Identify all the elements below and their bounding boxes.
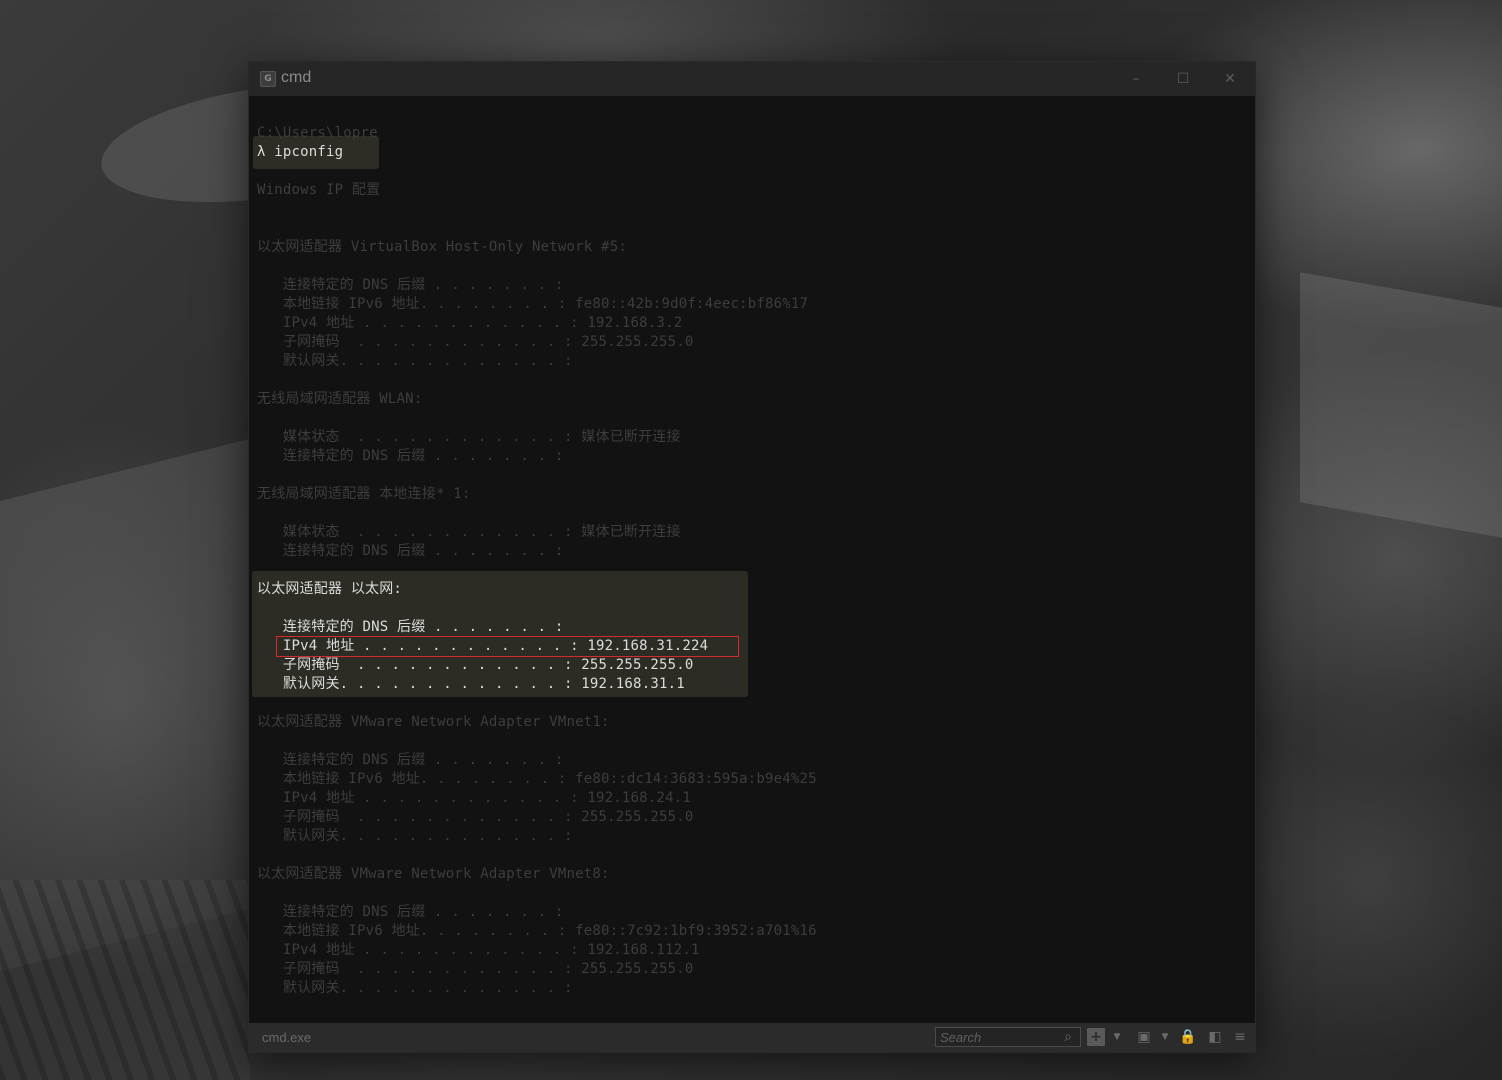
console-line: 无线局域网适配器 本地连接* 1: (257, 486, 471, 502)
window-title: cmd (281, 69, 312, 86)
console-line: 连接特定的 DNS 后缀 . . . . . . . : (257, 904, 564, 920)
background-blur-shape (1300, 272, 1502, 538)
title-bar[interactable]: G cmd – ☐ ✕ (249, 62, 1255, 96)
menu-icon[interactable]: ≡ (1231, 1028, 1249, 1046)
console-line: 连接特定的 DNS 后缀 . . . . . . . : (257, 543, 564, 559)
cmd-window[interactable]: G cmd – ☐ ✕ C:\Users\lopre λ ipconfig Wind… (249, 62, 1255, 1052)
console-line: C:\Users\lopre (257, 125, 378, 141)
app-icon: G (260, 71, 276, 87)
process-name: cmd.exe (262, 1030, 312, 1045)
console-line: 连接特定的 DNS 后缀 . . . . . . . : (257, 448, 564, 464)
console-line: 默认网关. . . . . . . . . . . . . : (257, 980, 573, 996)
background-blur-shape (0, 880, 250, 1080)
console-line: 以太网适配器 VirtualBox Host-Only Network #5: (257, 239, 627, 255)
close-button[interactable]: ✕ (1207, 62, 1253, 96)
console-line: 连接特定的 DNS 后缀 . . . . . . . : (257, 277, 564, 293)
console-line: 本地链接 IPv6 地址. . . . . . . . : fe80::7c92… (257, 923, 817, 939)
console-line: 默认网关. . . . . . . . . . . . . : (257, 353, 573, 369)
console-line: IPv4 地址 . . . . . . . . . . . . : 192.16… (257, 790, 691, 806)
lock-icon[interactable]: 🔒 (1179, 1028, 1197, 1046)
console-line: 无线局域网适配器 WLAN: (257, 391, 423, 407)
console-line: 子网掩码 . . . . . . . . . . . . : 255.255.2… (257, 657, 694, 673)
console-line: Windows IP 配置 (257, 182, 381, 198)
console-line: 媒体状态 . . . . . . . . . . . . : 媒体已断开连接 (257, 429, 681, 445)
view-icon[interactable]: ▣ (1135, 1028, 1153, 1046)
chevron-down-icon[interactable]: ▼ (1111, 1028, 1123, 1046)
maximize-button[interactable]: ☐ (1160, 62, 1206, 96)
status-bar: cmd.exe ⌕ + ▼ ▣ ▼ 🔒 ◧ ≡ (249, 1023, 1255, 1052)
ipv4-address-line: IPv4 地址 . . . . . . . . . . . . : 192.16… (257, 638, 709, 654)
console-line: 媒体状态 . . . . . . . . . . . . : 媒体已断开连接 (257, 524, 681, 540)
console-line: 子网掩码 . . . . . . . . . . . . : 255.255.2… (257, 961, 694, 977)
console-line: 默认网关. . . . . . . . . . . . . : 192.168.… (257, 676, 685, 692)
console-line: 子网掩码 . . . . . . . . . . . . : 255.255.2… (257, 334, 694, 350)
console-output[interactable]: C:\Users\lopre λ ipconfig Windows IP 配置以太网… (249, 96, 1255, 1023)
console-line: 子网掩码 . . . . . . . . . . . . : 255.255.2… (257, 809, 694, 825)
console-line: λ ipconfig (257, 144, 344, 160)
console-line: 连接特定的 DNS 后缀 . . . . . . . : (257, 619, 564, 635)
search-icon[interactable]: ⌕ (1059, 1028, 1077, 1046)
console-line: 以太网适配器 VMware Network Adapter VMnet1: (257, 714, 610, 730)
console-line: 以太网适配器 VMware Network Adapter VMnet8: (257, 866, 610, 882)
console-line: 以太网适配器 以太网: (257, 581, 403, 597)
console-line: 本地链接 IPv6 地址. . . . . . . . : fe80::dc14… (257, 771, 817, 787)
console-line: IPv4 地址 . . . . . . . . . . . . : 192.16… (257, 942, 700, 958)
minimize-button[interactable]: – (1113, 62, 1159, 96)
console-line: 连接特定的 DNS 后缀 . . . . . . . : (257, 752, 564, 768)
console-line: 本地链接 IPv6 地址. . . . . . . . : fe80::42b:… (257, 296, 809, 312)
console-line: IPv4 地址 . . . . . . . . . . . . : 192.16… (257, 315, 683, 331)
split-pane-icon[interactable]: ◧ (1205, 1028, 1225, 1046)
plus-icon[interactable]: + (1087, 1028, 1105, 1046)
console-line: 默认网关. . . . . . . . . . . . . : (257, 828, 573, 844)
chevron-down-icon[interactable]: ▼ (1159, 1028, 1171, 1046)
